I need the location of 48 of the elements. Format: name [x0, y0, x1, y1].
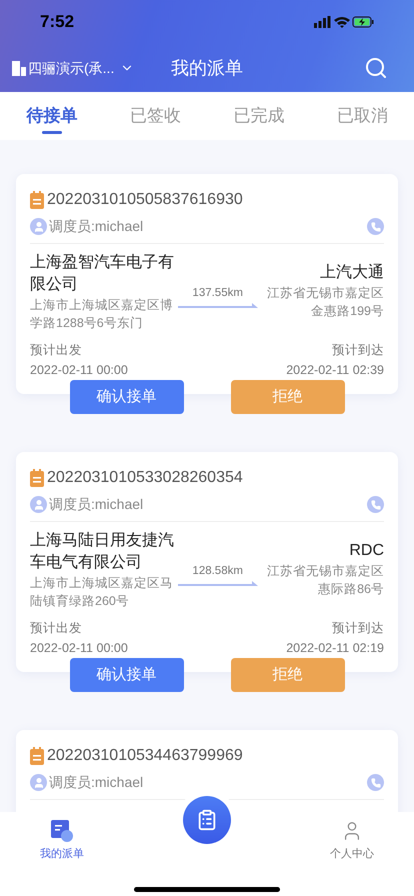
- order-card[interactable]: 2022031010534463799969 调度员:michael: [16, 730, 398, 812]
- tab[interactable]: 已取消: [310, 92, 414, 140]
- search-icon[interactable]: [364, 56, 388, 80]
- user-icon: [30, 218, 47, 235]
- dispatcher-name: 调度员:michael: [49, 495, 144, 514]
- building-icon: [12, 60, 26, 76]
- departure-label: 预计出发: [30, 342, 83, 359]
- tab[interactable]: 已签收: [104, 92, 207, 140]
- status-icons: [314, 15, 374, 29]
- order-number: 2022031010534463799969: [47, 746, 243, 766]
- calendar-icon: [30, 191, 44, 209]
- order-list-icon: [51, 820, 73, 842]
- origin-address: 上海市上海城区嘉定区博学路1288号6号东门: [30, 297, 174, 332]
- distance: 128.58km: [192, 564, 243, 580]
- origin-address: 上海市上海城区嘉定区马陆镇育绿路260号: [30, 575, 174, 610]
- nav-item[interactable]: 我的派单: [40, 820, 84, 896]
- order-number: 2022031010533028260354: [47, 468, 243, 488]
- order-number: 2022031010505837616930: [47, 190, 243, 210]
- destination-address: 江苏省无锡市嘉定区惠际路86号: [266, 563, 384, 598]
- origin-name: 上海盈智汽车电子有限公司: [30, 252, 175, 295]
- company-name[interactable]: 四骊演示(承...: [28, 58, 114, 78]
- user-icon: [30, 774, 47, 791]
- arrival-time: 2022-02-11 02:19: [286, 640, 384, 657]
- destination-name: 上汽大通: [319, 262, 384, 283]
- arrival-time: 2022-02-11 02:39: [286, 362, 384, 379]
- dispatcher-name: 调度员:michael: [49, 217, 144, 236]
- distance: 137.55km: [192, 286, 243, 302]
- calendar-icon: [30, 469, 44, 487]
- calendar-icon: [30, 747, 44, 765]
- arrival-label: 预计到达: [331, 620, 384, 637]
- departure-time: 2022-02-11 00:00: [30, 362, 128, 379]
- page-title: 我的派单: [171, 56, 243, 80]
- center-action-button[interactable]: [183, 796, 231, 844]
- arrival-label: 预计到达: [331, 342, 384, 359]
- destination-name: RDC: [348, 541, 384, 561]
- dispatcher-name: 调度员:michael: [49, 773, 144, 792]
- nav-item[interactable]: 个人中心: [330, 820, 374, 896]
- tab[interactable]: 待接单: [0, 92, 104, 140]
- origin-name: 上海马陆日用友捷汽车电气有限公司: [30, 530, 175, 573]
- confirm-button[interactable]: 确认接单: [70, 658, 184, 692]
- clipboard-icon: [196, 809, 218, 831]
- tab[interactable]: 已完成: [207, 92, 310, 140]
- departure-label: 预计出发: [30, 620, 83, 637]
- status-time: 7:52: [40, 11, 74, 34]
- departure-time: 2022-02-11 00:00: [30, 640, 128, 657]
- confirm-button[interactable]: 确认接单: [70, 380, 184, 414]
- destination-address: 江苏省无锡市嘉定区金惠路199号: [266, 285, 384, 320]
- user-icon: [30, 496, 47, 513]
